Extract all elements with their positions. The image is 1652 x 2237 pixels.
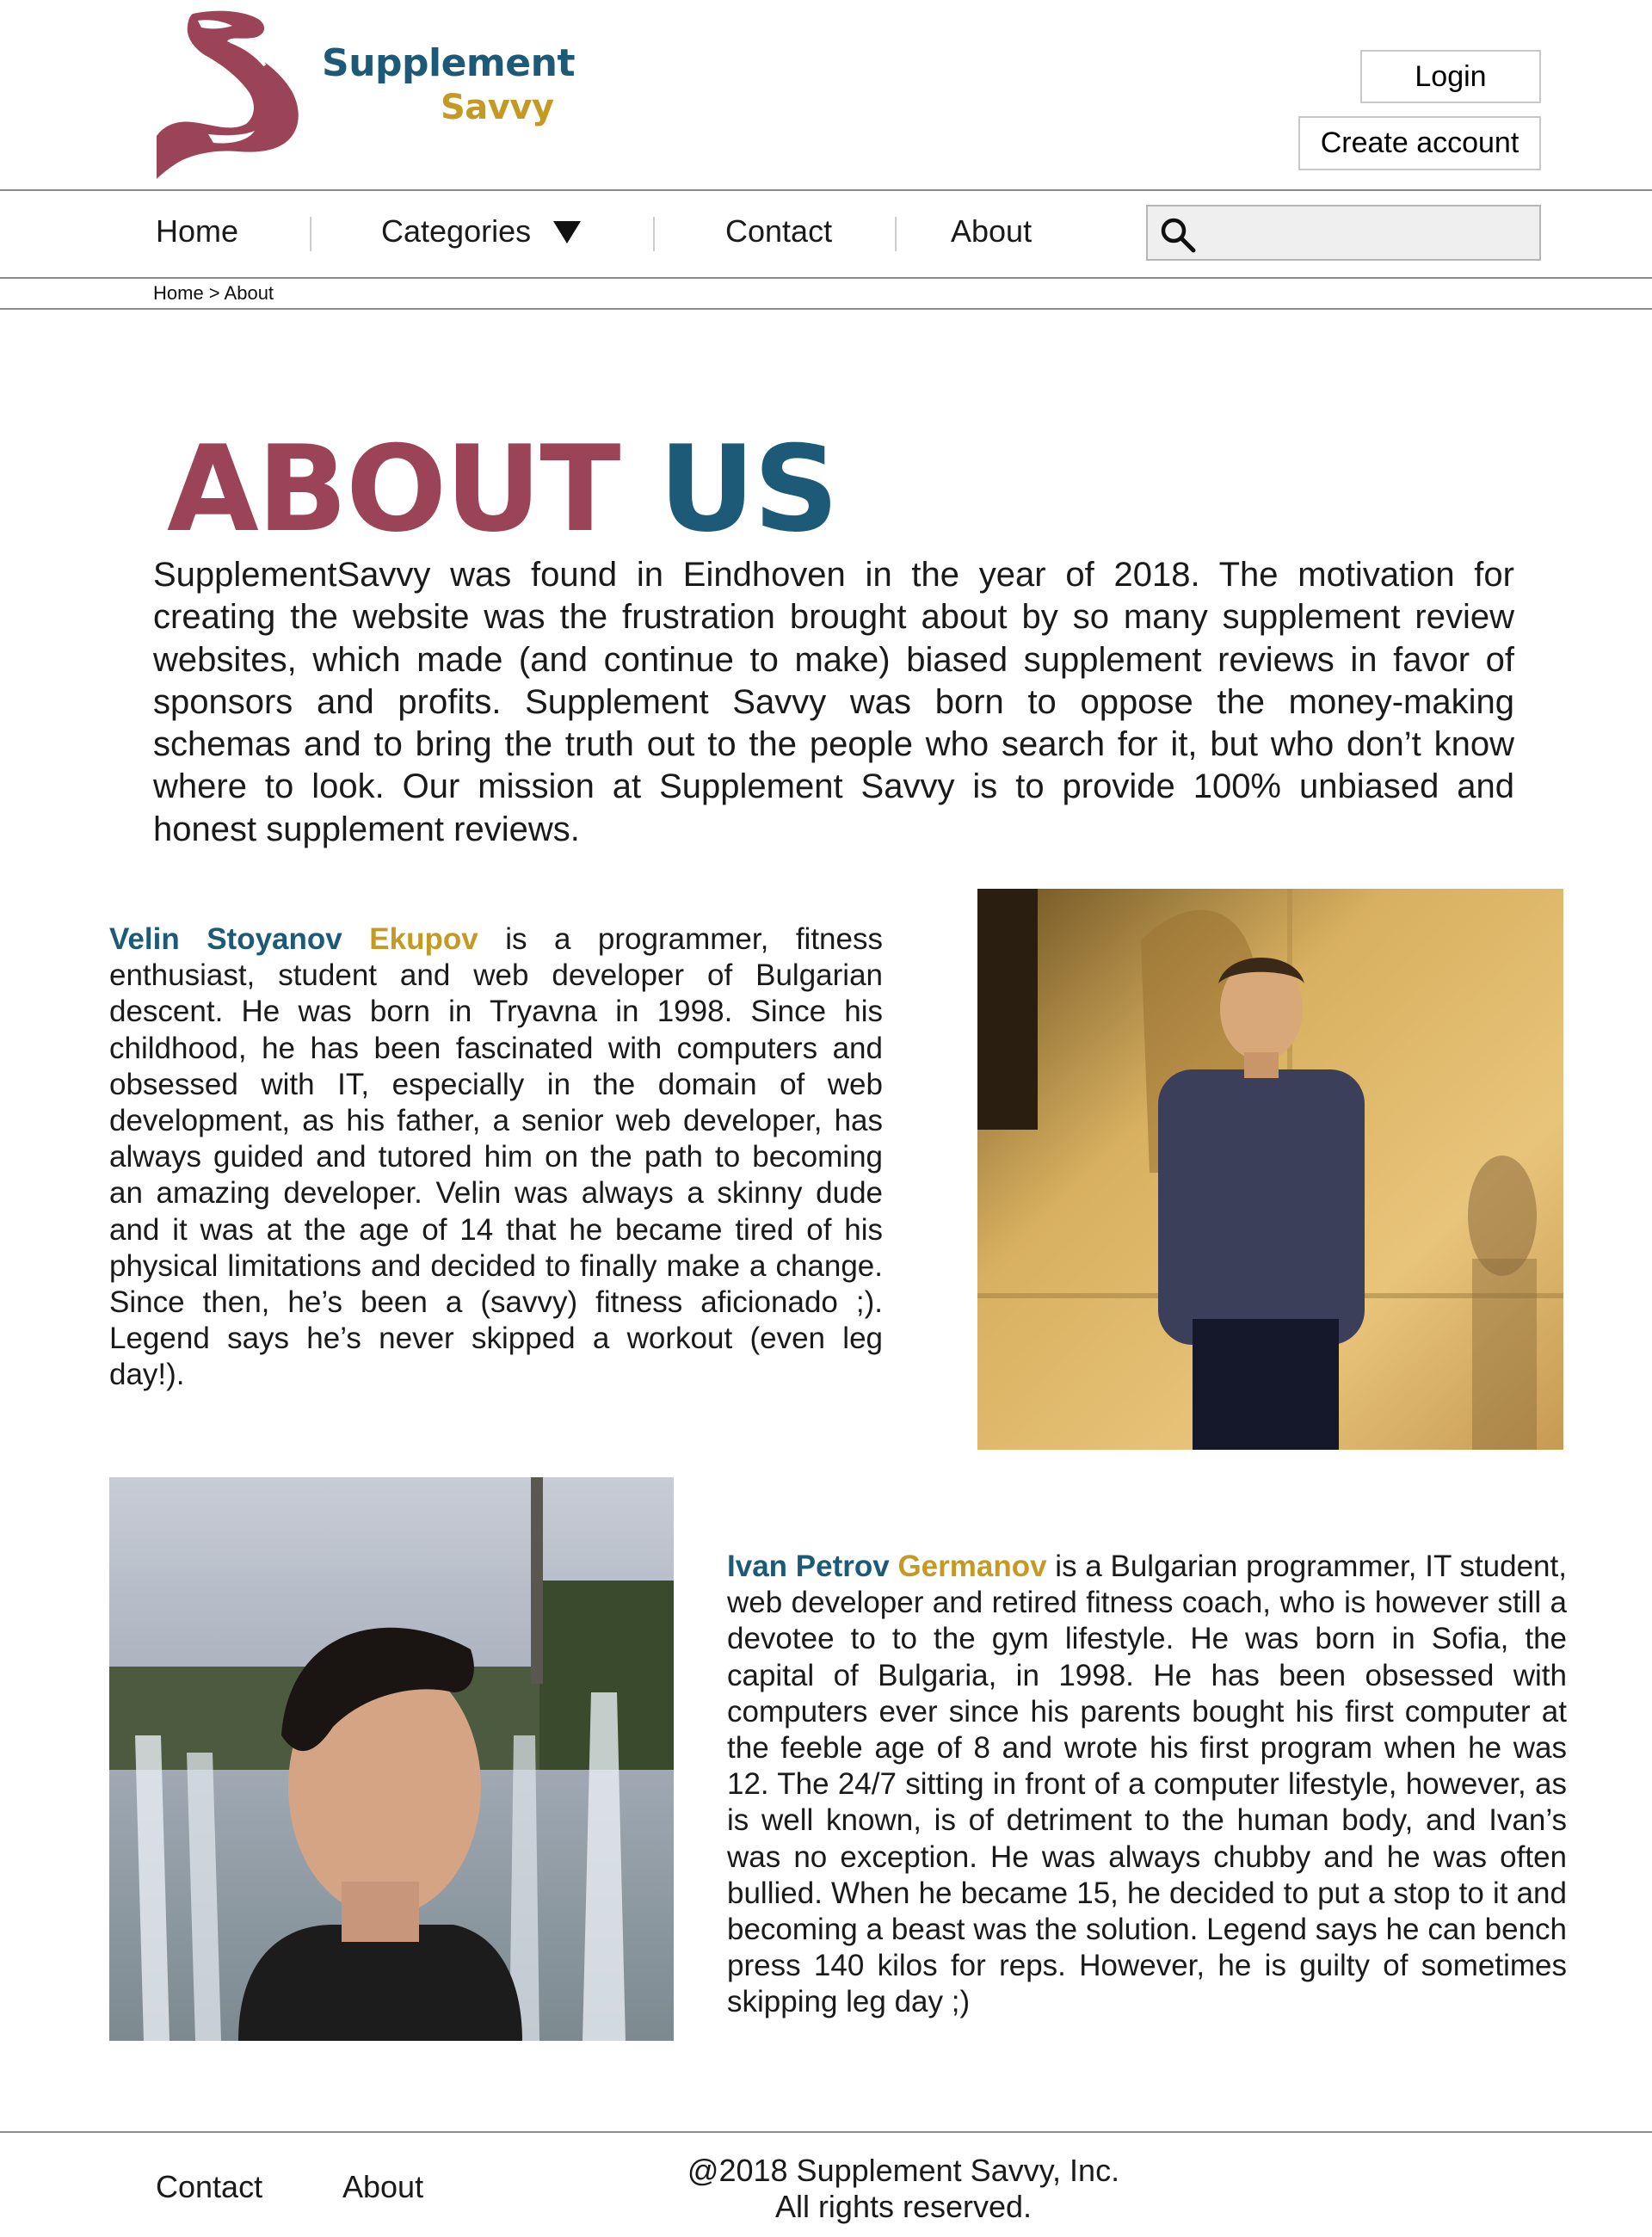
caret-down-icon (553, 221, 582, 243)
team-member-bio: Ivan Petrov Germanov is a Bulgarian prog… (727, 1549, 1567, 2021)
nav-home-link[interactable]: Home (156, 213, 238, 250)
flexed-arm-icon (157, 10, 299, 179)
site-header: Supplement Savvy Login Create account (0, 0, 1652, 191)
member-last-name: Germanov (897, 1550, 1047, 1583)
team-member-photo (977, 889, 1563, 1450)
nav-about-link[interactable]: About (951, 213, 1032, 250)
nav-categories-dropdown[interactable]: Categories (381, 213, 582, 250)
copyright-notice: @2018 Supplement Savvy, Inc. All rights … (637, 2153, 1170, 2225)
nav-divider (310, 217, 311, 251)
nav-divider-bottom (0, 277, 1652, 279)
page-title: ABOUT US (167, 425, 839, 554)
search-box (1146, 205, 1541, 261)
copyright-line2: All rights reserved. (774, 2189, 1032, 2224)
footer-about-link[interactable]: About (342, 2169, 423, 2205)
person-photo-icon (109, 1477, 674, 2041)
copyright-line1: @2018 Supplement Savvy, Inc. (687, 2153, 1120, 2188)
breadcrumb: Home > About (153, 282, 274, 304)
brand-logo[interactable]: Supplement Savvy (148, 7, 575, 179)
create-account-button[interactable]: Create account (1298, 116, 1541, 170)
nav-categories-label: Categories (381, 213, 532, 249)
footer-divider (0, 2131, 1652, 2133)
nav-divider (895, 217, 897, 251)
header-divider (0, 189, 1652, 191)
member-last-name: Ekupov (369, 922, 478, 956)
page-title-word1: ABOUT (167, 420, 620, 558)
brand-name-line1: Supplement (322, 41, 575, 85)
team-member-photo (109, 1477, 674, 2041)
member-first-names: Velin Stoyanov (109, 922, 342, 956)
footer-contact-link[interactable]: Contact (156, 2169, 262, 2205)
team-member-bio: Velin Stoyanov Ekupov is a programmer, f… (109, 921, 883, 1394)
member-bio-text: is a Bulgarian programmer, IT student, w… (727, 1550, 1567, 2019)
breadcrumb-divider (0, 308, 1652, 310)
member-bio-text: is a programmer, fitness enthusiast, stu… (109, 922, 883, 1392)
brand-name-line2: Savvy (441, 88, 554, 127)
nav-contact-link[interactable]: Contact (725, 213, 832, 250)
page-title-word2: US (658, 420, 839, 558)
search-input[interactable] (1208, 213, 1531, 253)
member-first-names: Ivan Petrov (727, 1550, 890, 1583)
login-button[interactable]: Login (1360, 50, 1541, 103)
search-icon[interactable] (1160, 217, 1196, 253)
person-photo-icon (977, 889, 1563, 1450)
about-intro: SupplementSavvy was found in Eindhoven i… (153, 556, 1514, 848)
nav-divider (653, 217, 655, 251)
